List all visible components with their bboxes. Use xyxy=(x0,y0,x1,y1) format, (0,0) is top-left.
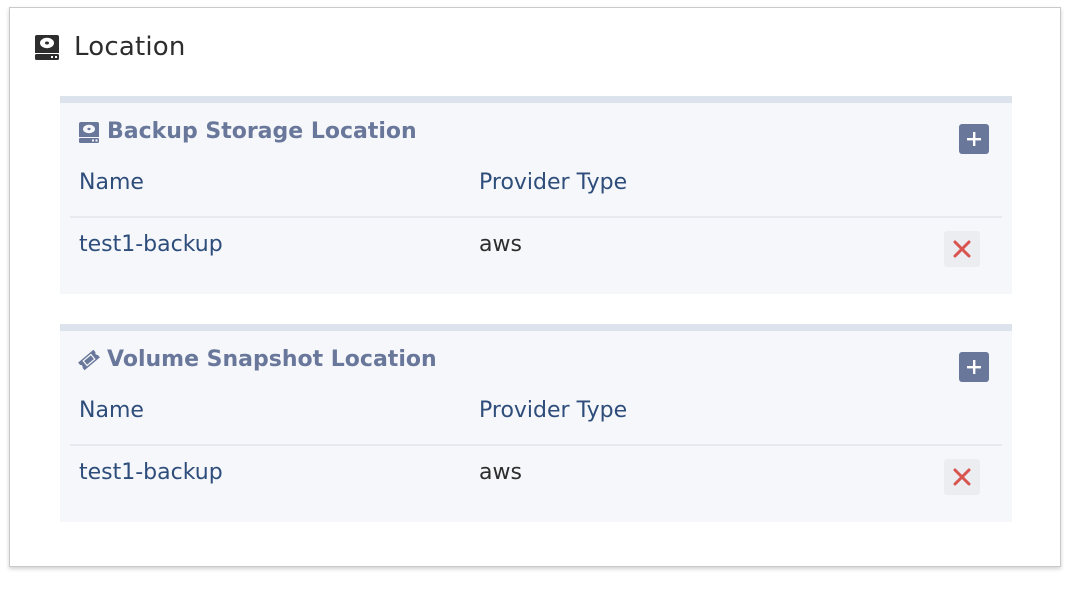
location-panel: Location Backup Storage Location Name Pr… xyxy=(9,7,1061,567)
times-icon xyxy=(953,240,971,258)
backup-storage-section: Backup Storage Location Name Provider Ty… xyxy=(60,96,1012,294)
hdd-icon xyxy=(35,35,59,60)
table-row-provider-type: aws xyxy=(479,460,522,485)
row-divider xyxy=(70,444,1002,446)
plus-square-icon xyxy=(967,132,981,146)
table-row-name[interactable]: test1-backup xyxy=(79,232,223,257)
column-header-provider-type: Provider Type xyxy=(479,170,628,195)
section-title: Backup Storage Location xyxy=(77,119,417,144)
plus-square-icon xyxy=(967,360,981,374)
volume-snapshot-section: Volume Snapshot Location Name Provider T… xyxy=(60,324,1012,522)
column-header-name: Name xyxy=(79,170,144,195)
section-title: Volume Snapshot Location xyxy=(77,347,437,372)
times-icon xyxy=(953,468,971,486)
ticket-icon xyxy=(78,349,100,370)
hdd-icon xyxy=(79,121,99,143)
panel-header: Location xyxy=(32,30,186,64)
add-backup-storage-button[interactable] xyxy=(959,124,989,154)
add-volume-snapshot-button[interactable] xyxy=(959,352,989,382)
delete-volume-snapshot-button[interactable] xyxy=(944,459,980,495)
section-title-text: Volume Snapshot Location xyxy=(107,347,437,372)
column-header-name: Name xyxy=(79,398,144,423)
delete-backup-storage-button[interactable] xyxy=(944,231,980,267)
table-row-name[interactable]: test1-backup xyxy=(79,460,223,485)
panel-title: Location xyxy=(74,32,186,62)
table-row-provider-type: aws xyxy=(479,232,522,257)
row-divider xyxy=(70,216,1002,218)
column-header-provider-type: Provider Type xyxy=(479,398,628,423)
section-title-text: Backup Storage Location xyxy=(107,119,417,144)
